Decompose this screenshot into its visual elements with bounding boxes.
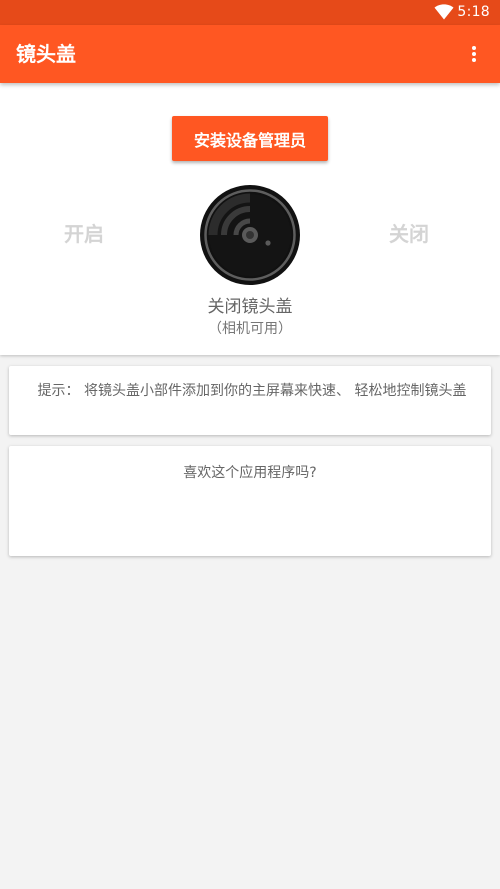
lens-status-subtitle: （相机可用） (208, 321, 292, 337)
app-bar: 镜头盖 (0, 25, 500, 83)
tip-card: 提示： 将镜头盖小部件添加到你的主屏幕来快速、 轻松地控制镜头盖 (9, 366, 491, 435)
camera-lens-icon[interactable] (199, 184, 301, 286)
more-vert-icon[interactable] (458, 38, 490, 70)
toggle-on-label[interactable]: 开启 (64, 220, 104, 248)
tip-text: 提示： 将镜头盖小部件添加到你的主屏幕来快速、 轻松地控制镜头盖 (37, 383, 467, 399)
toggle-off-label[interactable]: 关闭 (389, 220, 429, 248)
status-time: 5:18 (457, 4, 490, 20)
app-title: 镜头盖 (16, 42, 76, 66)
status-bar: 5:18 (0, 0, 500, 25)
install-device-admin-button[interactable]: 安装设备管理员 (172, 116, 328, 161)
lens-status-title: 关闭镜头盖 (207, 297, 293, 317)
wifi-icon (434, 4, 454, 20)
rate-app-question: 喜欢这个应用程序吗? (183, 465, 317, 481)
lens-cap-panel: 安装设备管理员 开启 关闭 关闭镜头盖 （相机可用） (0, 83, 500, 355)
rate-app-card[interactable]: 喜欢这个应用程序吗? (9, 446, 491, 556)
